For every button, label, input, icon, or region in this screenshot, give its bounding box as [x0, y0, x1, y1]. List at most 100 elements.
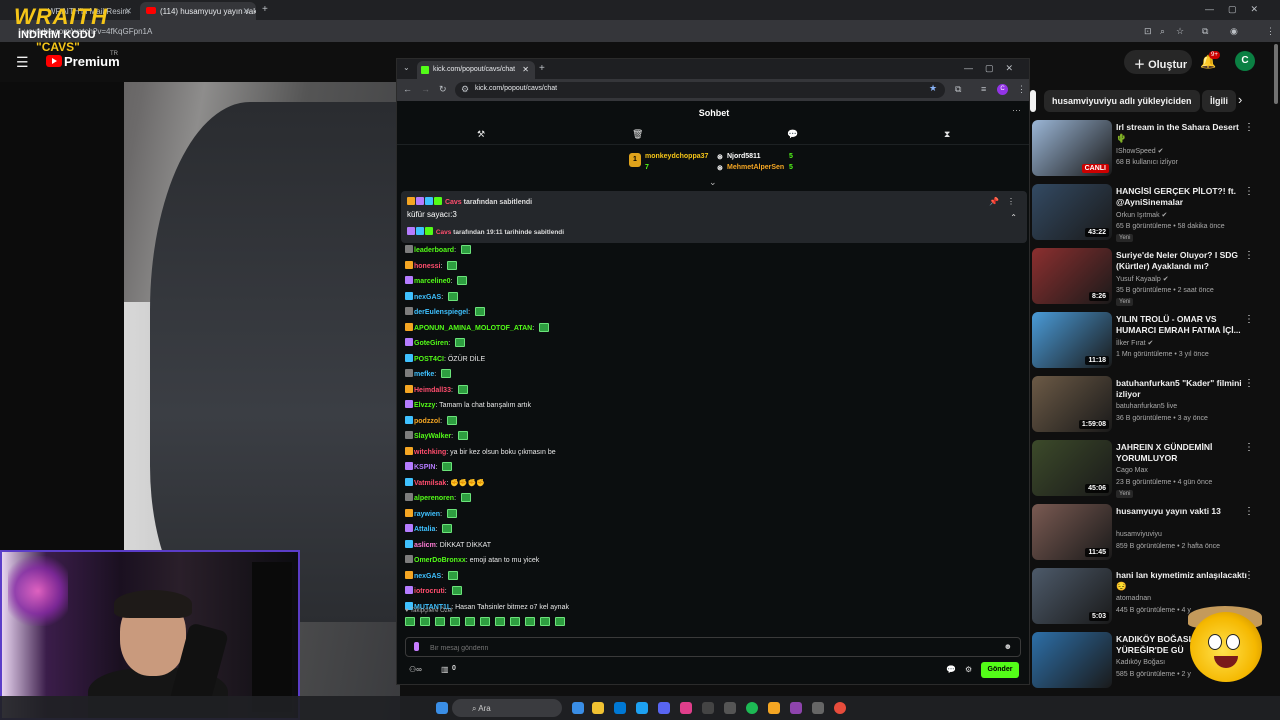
cast-icon[interactable]: ⊡	[1144, 26, 1152, 37]
video-channel[interactable]: İlker Fırat ✔	[1116, 339, 1153, 347]
emote-icon[interactable]	[494, 617, 505, 626]
chat-username[interactable]: derEulenspiegel	[414, 309, 468, 316]
chat-username[interactable]: raywien	[414, 511, 440, 518]
chip-all[interactable]	[1030, 90, 1036, 112]
video-channel[interactable]: Kadıköy Boğası	[1116, 659, 1165, 666]
chat-bubble-icon[interactable]: 💬	[787, 129, 798, 140]
emote-icon[interactable]	[554, 617, 565, 626]
related-video-item[interactable]: 11:18 YILIN TROLÜ - OMAR VS HUMARCI EMRAH…	[1030, 312, 1280, 372]
emote-icon[interactable]	[479, 617, 490, 626]
chevron-down-icon[interactable]: ⌄	[709, 177, 717, 188]
create-button[interactable]: ＋ Oluştur	[1124, 50, 1192, 74]
chat-username[interactable]: Heimdall33	[414, 387, 451, 394]
chat-rules-icon[interactable]: 💬	[946, 665, 956, 674]
chat-username[interactable]: marceline0	[414, 278, 451, 285]
related-video-item[interactable]: 45:06 JAHREIN X GÜNDEMİNİ YORUMLUYOR Cago …	[1030, 440, 1280, 500]
popout-tab[interactable]: kick.com/popout/cavs/chat ✕	[417, 61, 535, 79]
leaderboard-first-name[interactable]: monkeydchoppa37	[645, 153, 708, 160]
chat-input-box[interactable]: ☻	[405, 637, 1021, 657]
video-thumbnail[interactable]: 1:59:08	[1032, 376, 1112, 432]
chat-username[interactable]: leaderboard	[414, 247, 454, 254]
popout-url-text[interactable]: kick.com/popout/cavs/chat	[475, 85, 557, 92]
chat-username[interactable]: APONUN_AMINA_MOLOTOF_ATAN	[414, 325, 532, 332]
menu-dots-icon[interactable]: ⋮	[1017, 84, 1026, 95]
menu-dots-icon[interactable]: ⋮	[1266, 26, 1275, 37]
new-tab-icon[interactable]: +	[262, 4, 268, 15]
emote-icon[interactable]	[449, 617, 460, 626]
window-controls[interactable]: —▢✕	[1205, 4, 1272, 15]
video-title[interactable]: Suriye'de Neler Oluyor? I SDG (Kürtler) …	[1116, 250, 1250, 272]
browser-tab-active[interactable]: (114) husamyuyu yayın vakti 14✕	[140, 2, 256, 20]
video-more-icon[interactable]: ⋮	[1244, 378, 1254, 389]
video-title[interactable]: batuhanfurkan5 "Kader" filmini izliyor	[1116, 378, 1250, 400]
tab-search-icon[interactable]: ⌄	[403, 63, 410, 72]
chat-username[interactable]: honessi	[414, 263, 440, 270]
youtube-logo-icon[interactable]	[46, 55, 62, 67]
chat-username[interactable]: alperenoren	[414, 495, 454, 502]
zoom-icon[interactable]: ⌕	[1160, 26, 1165, 37]
chat-message-input[interactable]	[430, 641, 990, 655]
address-bar[interactable]: youtube.com/watch?v=4fKqGFpn1A ⊡ ⌕ ☆ ⧉ ◉…	[0, 20, 1280, 42]
new-tab-icon[interactable]: +	[539, 63, 545, 74]
app-icon[interactable]	[724, 702, 736, 714]
app-icon[interactable]	[834, 702, 846, 714]
app-icon[interactable]	[680, 702, 692, 714]
profile-icon[interactable]: ◉	[1230, 26, 1238, 37]
edge-icon[interactable]	[636, 702, 648, 714]
forward-icon[interactable]: →	[421, 84, 430, 94]
chevron-up-icon[interactable]: ⌃	[1010, 213, 1017, 222]
video-thumbnail[interactable]: 45:06	[1032, 440, 1112, 496]
close-tab-icon[interactable]: ✕	[522, 65, 529, 74]
bookmark-star-icon[interactable]: ☆	[1176, 26, 1184, 37]
profile-avatar[interactable]: C	[997, 84, 1008, 95]
moderation-hammer-icon[interactable]: ⚒	[477, 129, 485, 140]
video-channel[interactable]: batuhanfurkan5 live	[1116, 403, 1177, 410]
video-more-icon[interactable]: ⋮	[1244, 570, 1254, 581]
chat-username[interactable]: GoteGiren	[414, 340, 448, 347]
back-icon[interactable]: ←	[403, 84, 412, 94]
emote-icon[interactable]	[434, 617, 445, 626]
video-channel[interactable]: Cago Max	[1116, 467, 1148, 474]
chat-username[interactable]: iotrocruti	[414, 588, 445, 595]
video-thumbnail[interactable]: 8:26	[1032, 248, 1112, 304]
emoji-picker-icon[interactable]: ☻	[1004, 642, 1012, 651]
chat-username[interactable]: witchking	[414, 449, 446, 456]
video-thumbnail[interactable]: 11:18	[1032, 312, 1112, 368]
chat-username[interactable]: Attalia	[414, 526, 435, 533]
chip-uploader[interactable]: husamviyuviyu adlı yükleyiciden	[1044, 90, 1200, 112]
media-icon[interactable]: ≡	[981, 84, 986, 94]
emote-icon[interactable]	[464, 617, 475, 626]
video-channel[interactable]: IShowSpeed ✔	[1116, 147, 1164, 155]
emote-icon[interactable]	[419, 617, 430, 626]
chat-username[interactable]: aslicm	[414, 542, 436, 549]
chat-username[interactable]: SlayWalker	[414, 433, 451, 440]
video-channel[interactable]: husamviyuviyu	[1116, 531, 1162, 538]
site-info-icon[interactable]: ⚙	[461, 84, 469, 95]
extensions-icon[interactable]: ⧉	[955, 84, 961, 95]
leaderboard-third-name[interactable]: MehmetAlperSen	[727, 164, 784, 171]
chat-username[interactable]: nexGAS	[414, 294, 441, 301]
emote-icon[interactable]	[524, 617, 535, 626]
emote-icon[interactable]	[539, 617, 550, 626]
video-title[interactable]: JAHREIN X GÜNDEMİNİ YORUMLUYOR	[1116, 442, 1250, 464]
video-channel[interactable]: Yusuf Kayaalp ✔	[1116, 275, 1169, 283]
chat-username[interactable]: Elvzzy	[414, 402, 435, 409]
start-menu-icon[interactable]	[436, 702, 448, 714]
video-thumbnail[interactable]: 5:03	[1032, 568, 1112, 624]
video-more-icon[interactable]: ⋮	[1244, 442, 1254, 453]
chat-username[interactable]: POST4CI	[414, 356, 444, 363]
video-more-icon[interactable]: ⋮	[1244, 186, 1254, 197]
video-title[interactable]: Irl stream in the Sahara Desert 🌵	[1116, 122, 1250, 144]
points-icon[interactable]: ▥	[441, 665, 449, 674]
video-thumbnail[interactable]	[1032, 632, 1112, 688]
mail-icon[interactable]	[572, 702, 584, 714]
chat-username[interactable]: podzzol	[414, 418, 440, 425]
points-infinity-icon[interactable]: ⚇∞	[409, 665, 422, 674]
app-icon[interactable]	[812, 702, 824, 714]
hamburger-menu-icon[interactable]: ☰	[16, 54, 29, 71]
trash-icon[interactable]: 🗑	[632, 129, 643, 140]
related-video-item[interactable]: 11:45 husamyuyu yayın vakti 13 husamviyuvi…	[1030, 504, 1280, 564]
more-options-icon[interactable]: ⋮	[1007, 197, 1015, 206]
chat-username[interactable]: OmerDoBronxx	[414, 557, 466, 564]
video-title[interactable]: hani lan kıymetimiz anlaşılacaktı 😔	[1116, 570, 1250, 592]
